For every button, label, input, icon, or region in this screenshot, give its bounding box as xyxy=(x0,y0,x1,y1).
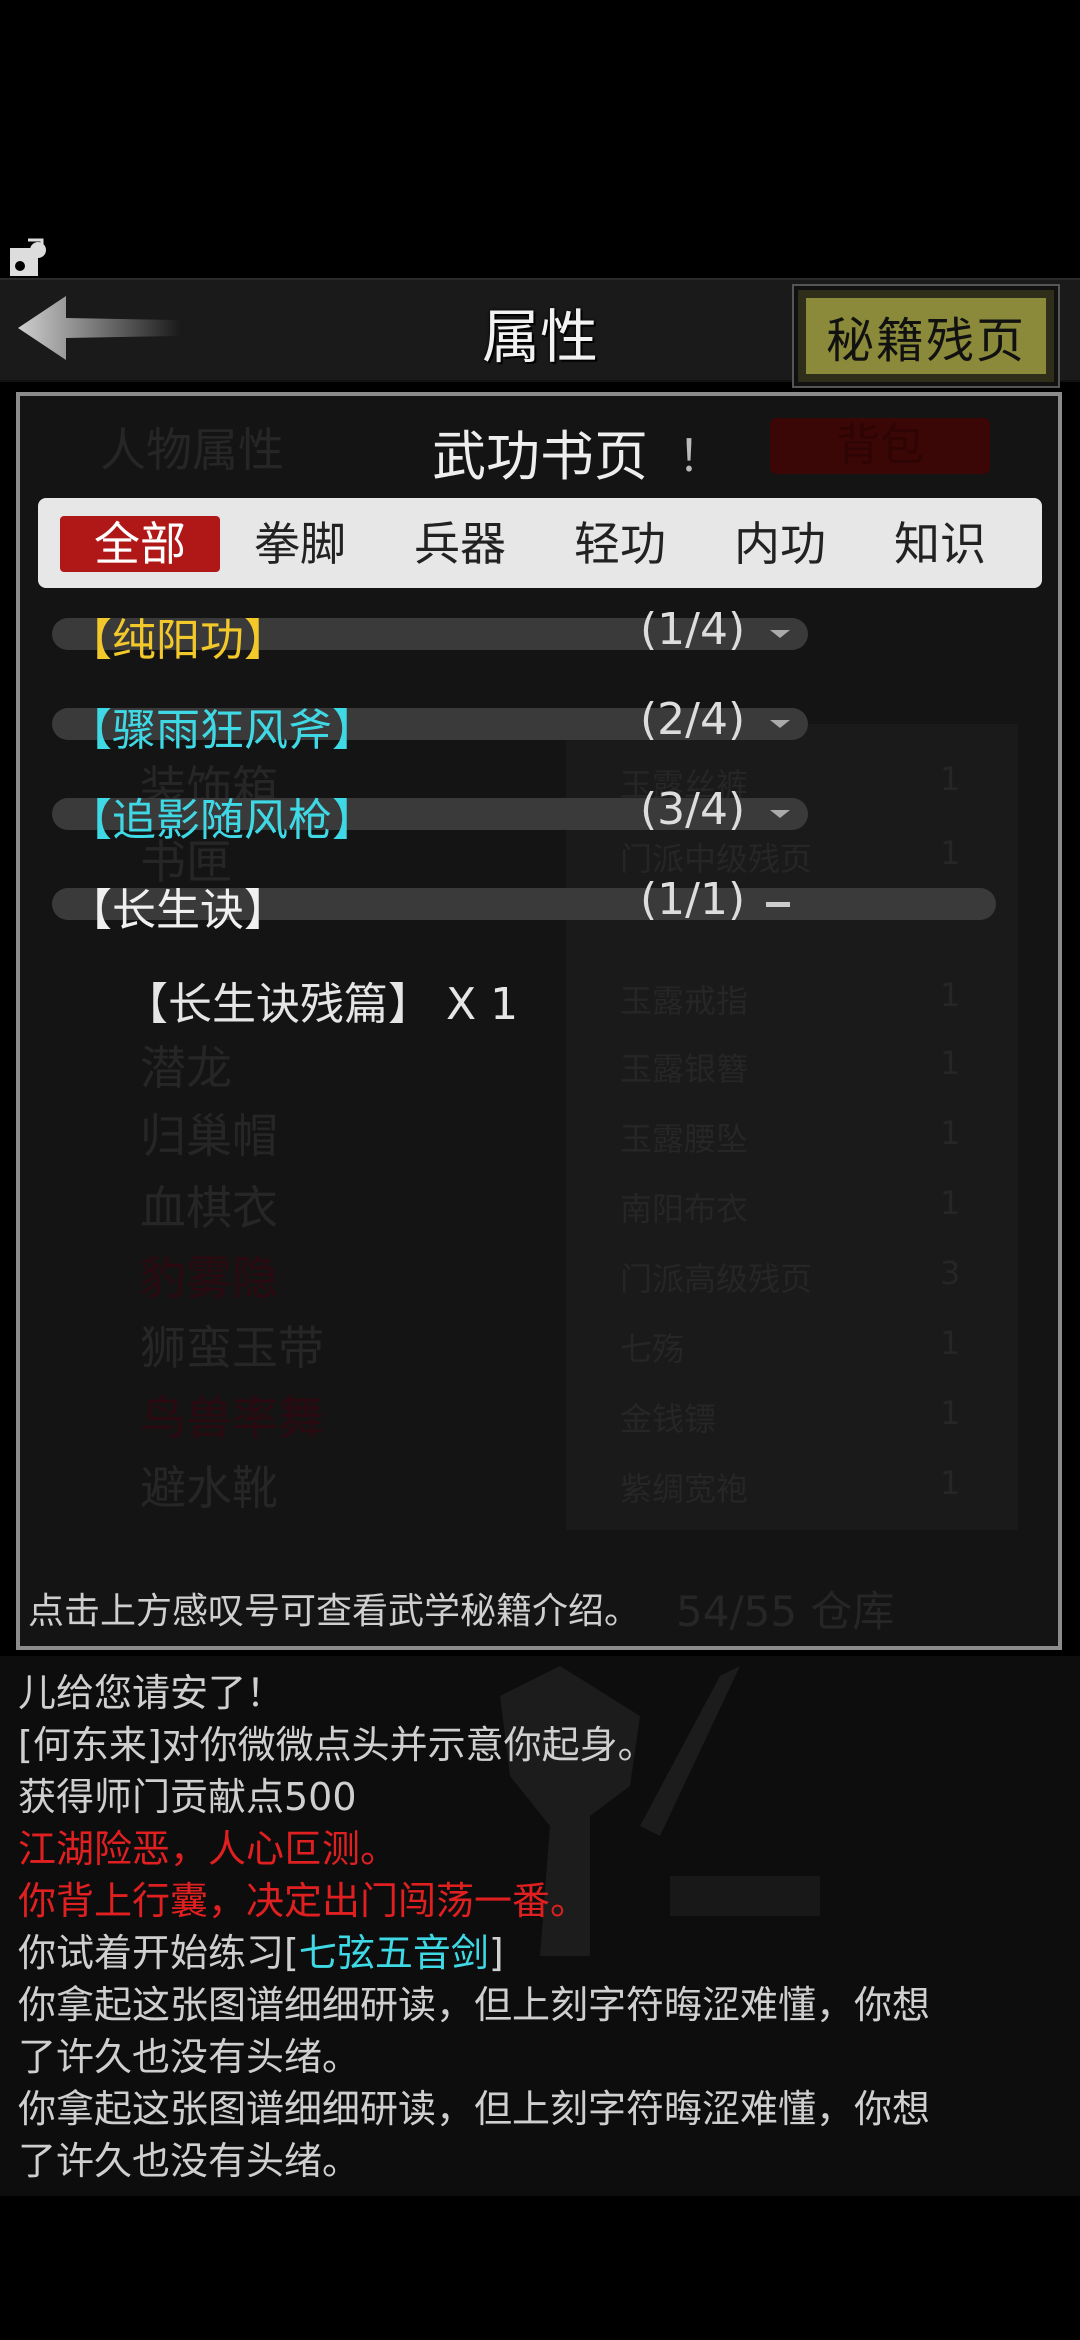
ghost-qty-9: 1 xyxy=(940,1464,961,1502)
log-line: 你背上行囊，决定出门闯荡一番。 xyxy=(18,1879,589,1923)
secret-pages-label: 秘籍残页 xyxy=(806,298,1046,374)
ghost-qty-5: 1 xyxy=(940,1184,961,1222)
entry-name: 【追影随风枪】 xyxy=(68,795,376,846)
dialog-title-text: 武功书页 xyxy=(432,425,648,488)
ghost-qty-4: 1 xyxy=(940,1114,961,1152)
log-line: 你拿起这张图谱细细研读，但上刻字符晦涩难懂，你想 xyxy=(18,2087,931,2131)
tab-fist[interactable]: 拳脚 xyxy=(220,516,380,572)
ghost-list-3: 归巢帽 xyxy=(140,1109,278,1163)
ghost-item-8: 金钱镖 xyxy=(620,1400,717,1438)
sub-item-fragment[interactable]: 【长生诀残篇】 X 1 xyxy=(124,968,518,1032)
ghost-list-7: 鸟兽率舞 xyxy=(140,1391,324,1445)
log-line: 获得师门贡献点500 xyxy=(18,1775,357,1819)
ghost-list-5: 豹雾隐 xyxy=(140,1251,278,1305)
ghost-list-4: 血棋衣 xyxy=(140,1181,278,1235)
entry-count: (3/4) xyxy=(640,784,746,835)
ghost-item-9: 紫绸宽袍 xyxy=(620,1470,749,1508)
ghost-item-4: 玉露腰坠 xyxy=(620,1120,749,1158)
entry-name: 【长生诀】 xyxy=(68,885,288,936)
log-line: 你拿起这张图谱细细研读，但上刻字符晦涩难懂，你想 xyxy=(18,1983,931,2027)
secret-pages-button[interactable]: 秘籍残页 xyxy=(794,286,1058,386)
ghost-qty-6: 3 xyxy=(940,1254,961,1292)
log-line: 了许久也没有头绪。 xyxy=(18,2035,361,2079)
ghost-qty-1: 1 xyxy=(940,834,961,872)
log-segment: 你试着开始练习[ xyxy=(18,1931,299,1975)
tab-inner[interactable]: 内功 xyxy=(700,516,860,572)
ghost-item-5: 南阳布衣 xyxy=(620,1190,749,1228)
category-tabs: 全部 拳脚 兵器 轻功 内功 知识 xyxy=(38,498,1042,588)
log-segment: ] xyxy=(488,1931,504,1975)
chevron-down-icon[interactable] xyxy=(770,630,790,638)
log-line: 江湖险恶，人心叵测。 xyxy=(18,1827,399,1871)
message-log: 儿给您请安了！ [何东来]对你微微点头并示意你起身。 获得师门贡献点500 江湖… xyxy=(0,1656,1080,2196)
ghost-list-2: 潜龙 xyxy=(140,1041,232,1095)
ghost-qty-8: 1 xyxy=(940,1394,961,1432)
ghost-item-3: 玉露银簪 xyxy=(620,1050,749,1088)
info-exclamation-icon[interactable]: ！ xyxy=(678,420,722,484)
ghost-list-6: 狮蛮玉带 xyxy=(140,1321,324,1375)
chevron-down-icon[interactable] xyxy=(770,720,790,728)
entry-count: (1/1) xyxy=(640,874,746,925)
tab-lightness[interactable]: 轻功 xyxy=(540,516,700,572)
entry-count: (2/4) xyxy=(640,694,746,745)
ghost-qty-3: 1 xyxy=(940,1044,961,1082)
chevron-down-icon[interactable] xyxy=(770,810,790,818)
log-line: 了许久也没有头绪。 xyxy=(18,2139,361,2183)
ghost-item-2: 玉露戒指 xyxy=(620,982,749,1020)
log-skill-name: 七弦五音剑 xyxy=(298,1931,489,1975)
log-line: 儿给您请安了！ xyxy=(18,1671,285,1715)
tab-weapon[interactable]: 兵器 xyxy=(380,516,540,572)
entry-name: 【纯阳功】 xyxy=(68,615,288,666)
log-line: [何东来]对你微微点头并示意你起身。 xyxy=(18,1723,656,1767)
ghost-list-8: 避水靴 xyxy=(140,1461,278,1515)
ghost-capacity: 54/55 仓库 xyxy=(676,1587,895,1636)
tab-all[interactable]: 全部 xyxy=(60,516,220,572)
tab-knowledge[interactable]: 知识 xyxy=(860,516,1020,572)
ghost-item-6: 门派高级残页 xyxy=(620,1260,813,1298)
ghost-qty-0: 1 xyxy=(940,760,961,798)
ghost-item-7: 七殇 xyxy=(620,1330,685,1368)
hint-text: 点击上方感叹号可查看武学秘籍介绍。 xyxy=(28,1591,641,1632)
log-line: 你试着开始练习[七弦五音剑] xyxy=(18,1922,504,1977)
entry-count: (1/4) xyxy=(640,604,746,655)
ghost-qty-7: 1 xyxy=(940,1324,961,1362)
entry-name: 【骤雨狂风斧】 xyxy=(68,705,376,756)
ghost-qty-2: 1 xyxy=(940,976,961,1014)
puzzle-icon[interactable] xyxy=(6,236,50,282)
dialog-title: 武功书页 xyxy=(0,412,1080,491)
collapse-minus-icon[interactable] xyxy=(766,902,790,907)
